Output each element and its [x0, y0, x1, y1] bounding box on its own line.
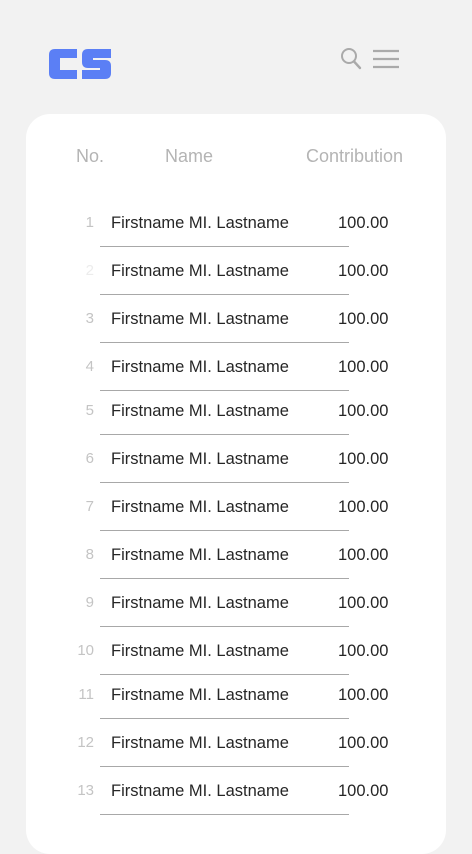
contribution-amount: 100.00 — [338, 594, 389, 612]
contribution-amount: 100.00 — [338, 310, 389, 328]
contribution-amount: 100.00 — [338, 402, 389, 420]
table-row[interactable]: 10 Firstname MI. Lastname 100.00 — [0, 641, 472, 675]
row-divider — [100, 342, 349, 343]
table-header: No. Name Contribution — [0, 146, 472, 170]
row-divider — [100, 766, 349, 767]
row-divider — [100, 626, 349, 627]
search-icon[interactable] — [340, 46, 362, 72]
table-row[interactable]: 9 Firstname MI. Lastname 100.00 — [0, 593, 472, 627]
contributor-name: Firstname MI. Lastname — [111, 214, 289, 232]
row-divider — [100, 718, 349, 719]
column-header-contribution: Contribution — [306, 146, 404, 166]
column-header-name: Name — [165, 146, 214, 166]
contribution-amount: 100.00 — [338, 686, 389, 704]
contribution-amount: 100.00 — [338, 546, 389, 564]
row-divider — [100, 814, 349, 815]
row-number: 7 — [85, 498, 94, 515]
row-number: 9 — [85, 594, 94, 611]
row-number: 8 — [85, 546, 94, 563]
table-row[interactable]: 6 Firstname MI. Lastname 100.00 — [0, 449, 472, 483]
row-number: 4 — [85, 358, 94, 375]
contributor-name: Firstname MI. Lastname — [111, 734, 289, 752]
row-number: 6 — [85, 450, 94, 467]
header-actions — [340, 46, 399, 72]
row-divider — [100, 674, 349, 675]
column-header-no: No. — [76, 146, 105, 166]
row-divider — [100, 530, 349, 531]
row-divider — [100, 482, 349, 483]
contributor-name: Firstname MI. Lastname — [111, 594, 289, 612]
row-number: 2 — [85, 262, 94, 279]
menu-icon[interactable] — [373, 47, 399, 71]
table-row[interactable]: 5 Firstname MI. Lastname 100.00 — [0, 401, 472, 435]
table-row[interactable]: 4 Firstname MI. Lastname 100.00 — [0, 357, 472, 391]
row-number: 11 — [78, 686, 94, 703]
table-row[interactable]: 12 Firstname MI. Lastname 100.00 — [0, 733, 472, 767]
row-divider — [100, 246, 349, 247]
contribution-amount: 100.00 — [338, 734, 389, 752]
contribution-amount: 100.00 — [338, 214, 389, 232]
row-divider — [100, 390, 349, 391]
table-row[interactable]: 7 Firstname MI. Lastname 100.00 — [0, 497, 472, 531]
contributor-name: Firstname MI. Lastname — [111, 450, 289, 468]
contribution-amount: 100.00 — [338, 642, 389, 660]
row-divider — [100, 294, 349, 295]
row-number: 13 — [77, 782, 94, 799]
row-number: 3 — [85, 310, 94, 327]
brand-logo — [49, 49, 111, 79]
table-row[interactable]: 8 Firstname MI. Lastname 100.00 — [0, 545, 472, 579]
table-row[interactable]: 13 Firstname MI. Lastname 100.00 — [0, 781, 472, 815]
contributor-name: Firstname MI. Lastname — [111, 402, 289, 420]
table-row[interactable]: 1 Firstname MI. Lastname 100.00 — [0, 213, 472, 247]
contributor-name: Firstname MI. Lastname — [111, 498, 289, 516]
contributor-name: Firstname MI. Lastname — [111, 642, 289, 660]
contributor-name: Firstname MI. Lastname — [111, 546, 289, 564]
contributor-name: Firstname MI. Lastname — [111, 262, 289, 280]
contributor-name: Firstname MI. Lastname — [111, 686, 289, 704]
contribution-amount: 100.00 — [338, 782, 389, 800]
row-divider — [100, 434, 349, 435]
row-number: 5 — [85, 402, 94, 419]
contribution-amount: 100.00 — [338, 358, 389, 376]
row-divider — [100, 578, 349, 579]
row-number: 10 — [77, 642, 94, 659]
contribution-amount: 100.00 — [338, 450, 389, 468]
row-number: 1 — [85, 214, 94, 231]
contributor-name: Firstname MI. Lastname — [111, 310, 289, 328]
contribution-amount: 100.00 — [338, 498, 389, 516]
row-number: 12 — [77, 734, 94, 751]
contributor-name: Firstname MI. Lastname — [111, 358, 289, 376]
table-row[interactable]: 2 Firstname MI. Lastname 100.00 — [0, 261, 472, 295]
table-row[interactable]: 11 Firstname MI. Lastname 100.00 — [0, 685, 472, 719]
contribution-amount: 100.00 — [338, 262, 389, 280]
table-row[interactable]: 3 Firstname MI. Lastname 100.00 — [0, 309, 472, 343]
contributor-name: Firstname MI. Lastname — [111, 782, 289, 800]
